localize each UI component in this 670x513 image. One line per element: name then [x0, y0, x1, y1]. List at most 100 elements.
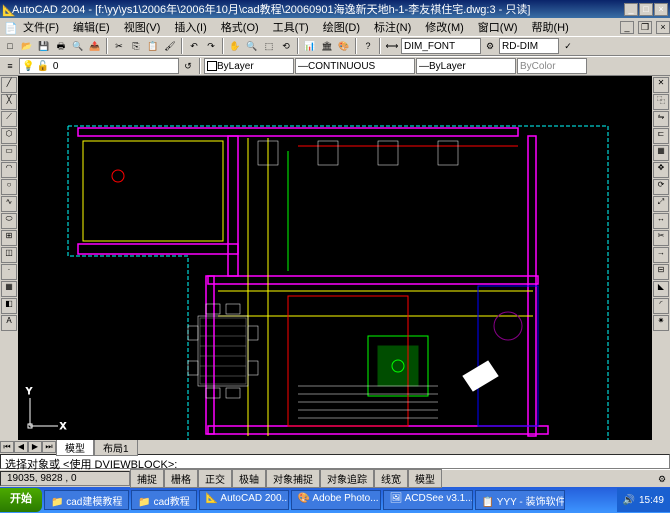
- array-icon[interactable]: ▦: [653, 145, 669, 161]
- extend-icon[interactable]: →: [653, 247, 669, 263]
- plotstyle-combo[interactable]: ByColor: [517, 58, 587, 74]
- tab-first-icon[interactable]: ⏮: [0, 441, 14, 453]
- explode-icon[interactable]: ✷: [653, 315, 669, 331]
- open-icon[interactable]: 📂: [19, 38, 35, 54]
- move-icon[interactable]: ✥: [653, 162, 669, 178]
- tab-prev-icon[interactable]: ◀: [14, 441, 28, 453]
- hatch-icon[interactable]: ▦: [1, 281, 17, 297]
- ellipse-icon[interactable]: ⬭: [1, 213, 17, 229]
- erase-icon[interactable]: ✕: [653, 77, 669, 93]
- undo-icon[interactable]: ↶: [186, 38, 202, 54]
- break-icon[interactable]: ⊟: [653, 264, 669, 280]
- new-icon[interactable]: □: [2, 38, 18, 54]
- dimstyle-icon[interactable]: ⚙: [482, 38, 498, 54]
- pline-icon[interactable]: ⟋: [1, 111, 17, 127]
- dim2-icon[interactable]: ✓: [560, 38, 576, 54]
- menu-draw[interactable]: 绘图(D): [318, 18, 365, 36]
- tab-last-icon[interactable]: ⏭: [42, 441, 56, 453]
- layer-combo[interactable]: 💡🔓0: [19, 58, 179, 74]
- print-icon[interactable]: 🖶: [53, 38, 69, 54]
- ortho-button[interactable]: 正交: [198, 469, 232, 488]
- task-item-2[interactable]: 📐 AutoCAD 200...: [199, 490, 289, 510]
- layer-mgr-icon[interactable]: ≡: [2, 58, 18, 74]
- help-icon[interactable]: ?: [360, 38, 376, 54]
- text-icon[interactable]: A: [1, 315, 17, 331]
- tab-next-icon[interactable]: ▶: [28, 441, 42, 453]
- dim-icon[interactable]: ⟷: [384, 38, 400, 54]
- doc-close-button[interactable]: ×: [656, 21, 670, 34]
- menu-insert[interactable]: 插入(I): [169, 18, 211, 36]
- line-icon[interactable]: ╱: [1, 77, 17, 93]
- color-combo[interactable]: ByLayer: [204, 58, 294, 74]
- spline-icon[interactable]: ∿: [1, 196, 17, 212]
- scale-icon[interactable]: ⤢: [653, 196, 669, 212]
- xline-icon[interactable]: ╳: [1, 94, 17, 110]
- tab-layout1[interactable]: 布局1: [94, 439, 138, 456]
- menu-view[interactable]: 视图(V): [119, 18, 166, 36]
- copy2-icon[interactable]: ⿻: [653, 94, 669, 110]
- match-icon[interactable]: 🖌: [162, 38, 178, 54]
- zoom-win-icon[interactable]: ⬚: [261, 38, 277, 54]
- fillet-icon[interactable]: ◜: [653, 298, 669, 314]
- tab-model[interactable]: 模型: [56, 439, 94, 456]
- publish-icon[interactable]: 📤: [87, 38, 103, 54]
- block-icon[interactable]: ◫: [1, 247, 17, 263]
- statustray-icon[interactable]: ⚙: [654, 471, 670, 487]
- save-icon[interactable]: 💾: [36, 38, 52, 54]
- close-button[interactable]: ×: [654, 3, 668, 16]
- zoom-prev-icon[interactable]: ⟲: [278, 38, 294, 54]
- layer-prev-icon[interactable]: ↺: [180, 58, 196, 74]
- rotate-icon[interactable]: ⟳: [653, 179, 669, 195]
- task-item-3[interactable]: 🎨 Adobe Photo...: [291, 490, 381, 510]
- mirror-icon[interactable]: ⇋: [653, 111, 669, 127]
- menu-format[interactable]: 格式(O): [216, 18, 264, 36]
- task-item-0[interactable]: 📁 cad建模教程: [44, 490, 129, 510]
- grid-button[interactable]: 栅格: [164, 469, 198, 488]
- command-line[interactable]: 选择对象或 <使用 DVIEWBLOCK>:: [0, 454, 670, 469]
- polygon-icon[interactable]: ⬡: [1, 128, 17, 144]
- menu-help[interactable]: 帮助(H): [527, 18, 574, 36]
- tray-icon[interactable]: 🔊: [623, 495, 635, 506]
- dcenter-icon[interactable]: 🏛: [319, 38, 335, 54]
- task-item-1[interactable]: 📁 cad教程: [131, 490, 196, 510]
- paste-icon[interactable]: 📋: [145, 38, 161, 54]
- lineweight-combo[interactable]: — ByLayer: [416, 58, 516, 74]
- offset-icon[interactable]: ⊏: [653, 128, 669, 144]
- system-tray[interactable]: 🔊 15:49: [617, 488, 670, 512]
- trim-icon[interactable]: ✂: [653, 230, 669, 246]
- doc-minimize-button[interactable]: _: [620, 21, 634, 34]
- menu-edit[interactable]: 编辑(E): [68, 18, 115, 36]
- insert-icon[interactable]: ⊞: [1, 230, 17, 246]
- menu-file[interactable]: 文件(F): [18, 18, 64, 36]
- zoom-rt-icon[interactable]: 🔍: [244, 38, 260, 54]
- task-item-4[interactable]: 🖼 ACDSee v3.1...: [383, 490, 473, 510]
- cut-icon[interactable]: ✂: [111, 38, 127, 54]
- start-button[interactable]: 开始: [0, 488, 42, 512]
- region-icon[interactable]: ◧: [1, 298, 17, 314]
- linetype-combo[interactable]: — CONTINUOUS: [295, 58, 415, 74]
- chamfer-icon[interactable]: ◣: [653, 281, 669, 297]
- pan-icon[interactable]: ✋: [227, 38, 243, 54]
- viewport[interactable]: X Y: [18, 76, 652, 440]
- toolpal-icon[interactable]: 🎨: [336, 38, 352, 54]
- menu-window[interactable]: 窗口(W): [473, 18, 523, 36]
- arc-icon[interactable]: ◠: [1, 162, 17, 178]
- menu-tools[interactable]: 工具(T): [268, 18, 314, 36]
- snap-button[interactable]: 捕捉: [130, 469, 164, 488]
- maximize-button[interactable]: □: [639, 3, 653, 16]
- menu-modify[interactable]: 修改(M): [420, 18, 469, 36]
- modelspace-button[interactable]: 模型: [408, 469, 442, 488]
- circle-icon[interactable]: ○: [1, 179, 17, 195]
- task-item-5[interactable]: 📋 YYY - 装饰软件: [475, 490, 565, 510]
- point-icon[interactable]: ·: [1, 264, 17, 280]
- osnap-button[interactable]: 对象捕捉: [266, 469, 320, 488]
- lwt-button[interactable]: 线宽: [374, 469, 408, 488]
- redo-icon[interactable]: ↷: [203, 38, 219, 54]
- otrack-button[interactable]: 对象追踪: [320, 469, 374, 488]
- props-icon[interactable]: 📊: [302, 38, 318, 54]
- minimize-button[interactable]: _: [624, 3, 638, 16]
- copy-icon[interactable]: ⎘: [128, 38, 144, 54]
- dimstyle2-combo[interactable]: RD-DIM: [499, 38, 559, 54]
- dimstyle-combo[interactable]: DIM_FONT: [401, 38, 481, 54]
- polar-button[interactable]: 极轴: [232, 469, 266, 488]
